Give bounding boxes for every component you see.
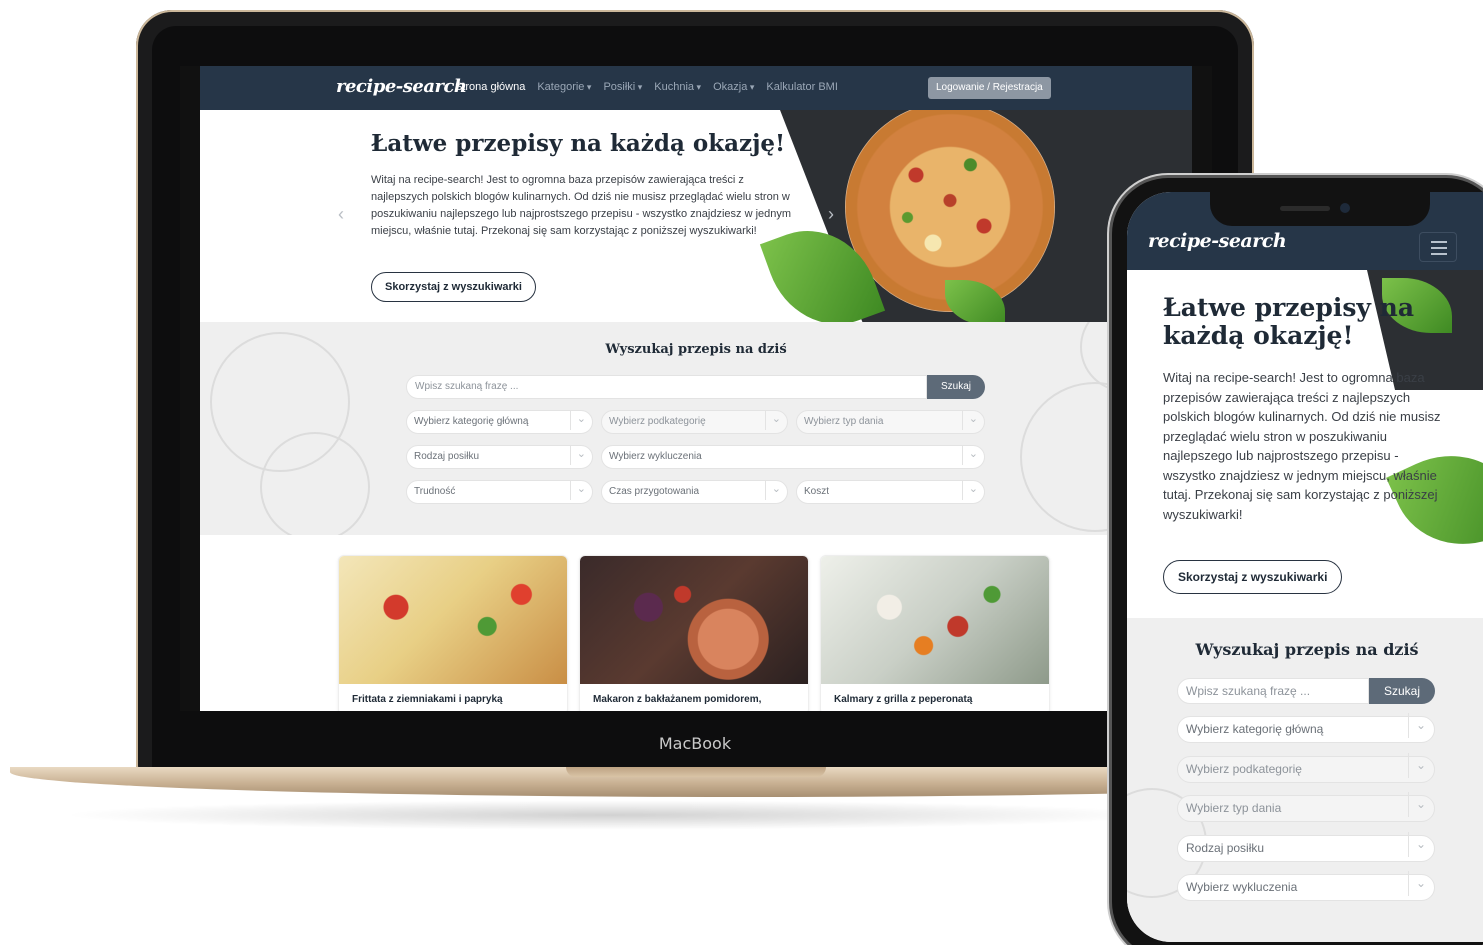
laptop-base-notch <box>566 767 826 777</box>
select-exclusions[interactable]: Wybierz wykluczenia <box>1177 871 1435 901</box>
laptop-shadow <box>60 800 1160 830</box>
search-title: Wyszukaj przepis na dziś <box>605 342 787 357</box>
recipe-cards: Frittata z ziemniakami i papryką Makaron… <box>200 535 1192 711</box>
select-subcategory[interactable]: Wybierz podkategorię <box>1177 753 1435 783</box>
select-main-category[interactable]: Wybierz kategorię główną <box>406 410 593 434</box>
nav-link-occasion[interactable]: Okazja <box>713 81 754 93</box>
select-difficulty[interactable]: Trudność <box>406 480 593 504</box>
nav-links: Strona główna Kategorie Posiłki Kuchnia … <box>455 81 838 93</box>
mobile-hero: Łatwe przepisy na każdą okazję! Witaj na… <box>1127 270 1483 618</box>
search-title: Wyszukaj przepis na dziś <box>1195 640 1419 659</box>
login-register-button[interactable]: Logowanie / Rejestracja <box>928 77 1051 99</box>
recipe-image <box>580 556 808 684</box>
hero-title: Łatwe przepisy na każdą okazję! <box>1163 293 1415 350</box>
recipe-image <box>821 556 1049 684</box>
select-dish-type[interactable]: Wybierz typ dania <box>796 410 985 434</box>
recipe-card[interactable]: Kalmary z grilla z peperonatą <box>820 555 1050 711</box>
search-button[interactable]: Szukaj <box>927 375 985 399</box>
search-bar: Wpisz szukaną frazę ... Szukaj <box>406 375 985 399</box>
chevron-right-icon[interactable]: › <box>828 204 834 225</box>
recipe-card[interactable]: Frittata z ziemniakami i papryką <box>338 555 568 711</box>
hero-carousel: Łatwe przepisy na każdą okazję! Witaj na… <box>200 110 1192 322</box>
hero-description: Witaj na recipe-search! Jest to ogromna … <box>1163 370 1441 522</box>
select-main-category[interactable]: Wybierz kategorię główną <box>1177 713 1435 743</box>
select-prep-time[interactable]: Czas przygotowania <box>601 480 788 504</box>
use-search-button[interactable]: Skorzystaj z wyszukiwarki <box>371 272 536 302</box>
hero-title: Łatwe przepisy na każdą okazję! <box>371 130 786 157</box>
laptop-screen: recipe-search Strona główna Kategorie Po… <box>180 66 1212 711</box>
hamburger-menu-icon[interactable] <box>1419 232 1457 262</box>
hero-description: Witaj na recipe-search! Jest to ogromna … <box>371 174 792 237</box>
macbook-label: MacBook <box>658 734 732 753</box>
site-logo[interactable]: recipe-search <box>1148 230 1287 252</box>
recipe-image <box>339 556 567 684</box>
search-button[interactable]: Szukaj <box>1369 678 1435 704</box>
top-navbar: recipe-search Strona główna Kategorie Po… <box>200 66 1192 110</box>
select-meal-type[interactable]: Rodzaj posiłku <box>1177 832 1435 862</box>
recipe-title: Kalmary z grilla z peperonatą <box>834 694 973 705</box>
recipe-title: Frittata z ziemniakami i papryką <box>352 694 503 705</box>
phone-screen: recipe-search Łatwe przepisy na każdą ok… <box>1127 192 1483 942</box>
recipe-card[interactable]: Makaron z bakłażanem pomidorem, <box>579 555 809 711</box>
select-subcategory[interactable]: Wybierz podkategorię <box>601 410 788 434</box>
nav-link-categories[interactable]: Kategorie <box>537 81 591 93</box>
chevron-left-icon[interactable]: ‹ <box>338 204 344 225</box>
select-exclusions[interactable]: Wybierz wykluczenia <box>601 445 985 469</box>
select-meal-type[interactable]: Rodzaj posiłku <box>406 445 593 469</box>
site-logo[interactable]: recipe-search <box>336 76 467 97</box>
search-input[interactable]: Wpisz szukaną frazę ... <box>406 375 927 399</box>
device-mockup: MacBook recipe-search Strona główna Kate… <box>0 0 1483 945</box>
nav-link-cuisine[interactable]: Kuchnia <box>654 81 701 93</box>
use-search-button[interactable]: Skorzystaj z wyszukiwarki <box>1163 560 1343 594</box>
nav-link-meals[interactable]: Posiłki <box>603 81 642 93</box>
nav-link-home[interactable]: Strona główna <box>455 81 525 93</box>
mobile-search-section: Wyszukaj przepis na dziś Wpisz szukaną f… <box>1127 618 1483 942</box>
select-cost[interactable]: Koszt <box>796 480 985 504</box>
speaker <box>1280 206 1330 211</box>
search-section: Wyszukaj przepis na dziś Wpisz szukaną f… <box>200 322 1192 535</box>
nav-link-bmi-calculator[interactable]: Kalkulator BMI <box>766 81 838 93</box>
pizza-toppings <box>865 124 1035 294</box>
recipe-title: Makaron z bakłażanem pomidorem, <box>593 694 762 705</box>
search-input[interactable]: Wpisz szukaną frazę ... <box>1177 678 1369 704</box>
search-bar: Wpisz szukaną frazę ... Szukaj <box>1177 678 1435 704</box>
front-camera-icon <box>1340 203 1350 213</box>
select-dish-type[interactable]: Wybierz typ dania <box>1177 792 1435 822</box>
phone-notch <box>1210 182 1430 226</box>
